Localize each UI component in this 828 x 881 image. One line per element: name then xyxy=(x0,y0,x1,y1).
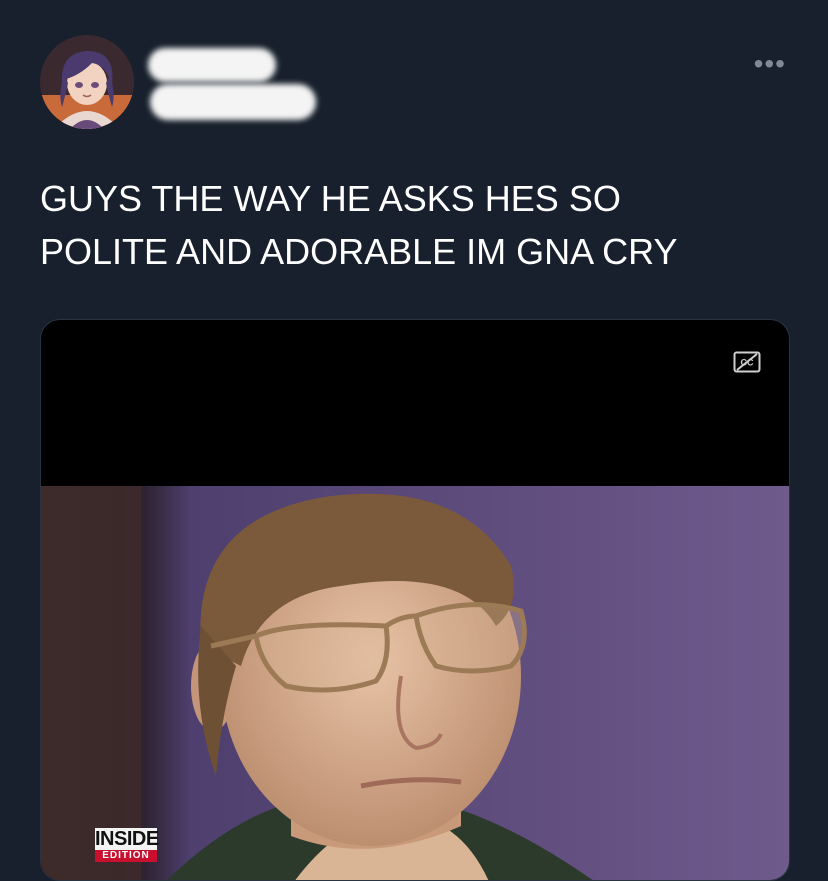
logo-text-bottom: EDITION xyxy=(95,850,157,862)
more-options-icon[interactable]: ••• xyxy=(754,50,786,78)
avatar[interactable] xyxy=(40,35,134,129)
tweet[interactable]: ••• GUYS THE WAY HE ASKS HES SO POLITE A… xyxy=(0,0,828,881)
tweet-text-line-1: GUYS THE WAY HE ASKS HES SO xyxy=(40,178,621,219)
tweet-text-line-2: POLITE AND ADORABLE IM GNA CRY xyxy=(40,231,678,272)
logo-text-top: INSIDE xyxy=(95,828,159,850)
video-player[interactable]: CC xyxy=(40,319,790,881)
redacted-username xyxy=(150,84,316,120)
closed-captions-icon[interactable]: CC xyxy=(733,351,761,373)
inside-edition-logo: INSIDE EDITION xyxy=(95,828,159,862)
video-frame xyxy=(41,486,789,880)
tweet-text: GUYS THE WAY HE ASKS HES SO POLITE AND A… xyxy=(40,172,780,278)
avatar-image xyxy=(40,35,134,129)
redacted-display-name xyxy=(148,48,276,82)
